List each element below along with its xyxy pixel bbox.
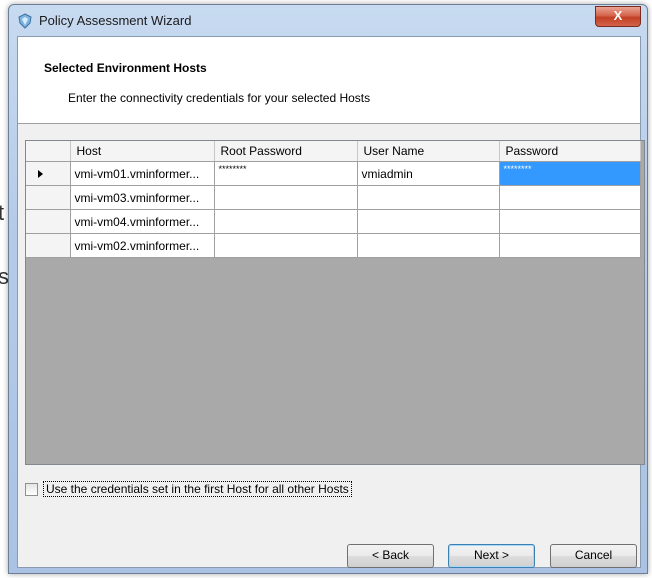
close-button[interactable]: X — [595, 6, 641, 27]
column-header-host[interactable]: Host — [70, 141, 215, 162]
column-header-user-name[interactable]: User Name — [357, 141, 500, 162]
close-icon: X — [613, 8, 623, 23]
host-cell[interactable]: vmi-vm04.vminformer... — [70, 209, 215, 234]
table-row[interactable]: vmi-vm03.vminformer... — [26, 185, 641, 210]
row-header[interactable] — [26, 161, 71, 186]
host-cell[interactable]: vmi-vm01.vminformer... — [70, 161, 215, 186]
table-row[interactable]: vmi-vm04.vminformer... — [26, 209, 641, 234]
next-button[interactable]: Next > — [448, 544, 535, 568]
row-header[interactable] — [26, 185, 71, 210]
app-shield-icon — [18, 13, 32, 29]
password-cell[interactable] — [499, 209, 641, 234]
page-subtitle: Enter the connectivity credentials for y… — [68, 91, 371, 105]
root-password-cell[interactable] — [214, 185, 358, 210]
wizard-header: Selected Environment Hosts Enter the con… — [18, 37, 640, 124]
table-row[interactable]: vmi-vm02.vminformer... — [26, 233, 641, 258]
host-cell[interactable]: vmi-vm02.vminformer... — [70, 233, 215, 258]
column-header-password[interactable]: Password — [499, 141, 641, 162]
user-name-cell[interactable] — [357, 185, 500, 210]
root-password-cell[interactable] — [214, 209, 358, 234]
wizard-client-area: Selected Environment Hosts Enter the con… — [17, 36, 645, 568]
grid-header-row: Host Root Password User Name Password — [26, 141, 641, 162]
use-first-host-label[interactable]: Use the credentials set in the first Hos… — [43, 481, 352, 497]
current-row-arrow-icon — [38, 169, 43, 178]
hosts-grid[interactable]: Host Root Password User Name Password vm… — [25, 140, 645, 465]
use-first-host-checkbox[interactable] — [25, 483, 38, 496]
column-header-root-password[interactable]: Root Password — [214, 141, 358, 162]
password-cell[interactable] — [499, 233, 641, 258]
user-name-cell[interactable]: vmiadmin — [357, 161, 500, 186]
user-name-cell[interactable] — [357, 209, 500, 234]
back-button[interactable]: < Back — [347, 544, 434, 568]
background-text-fragment: t — [0, 200, 5, 225]
row-header-corner — [26, 141, 71, 162]
password-cell[interactable]: ******** — [499, 161, 641, 186]
host-cell[interactable]: vmi-vm03.vminformer... — [70, 185, 215, 210]
password-cell[interactable] — [499, 185, 641, 210]
wizard-window: Policy Assessment Wizard X Selected Envi… — [8, 4, 648, 574]
root-password-cell[interactable]: ******** — [214, 161, 358, 186]
row-header[interactable] — [26, 233, 71, 258]
root-password-cell[interactable] — [214, 233, 358, 258]
table-row[interactable]: vmi-vm01.vminformer... ******** vmiadmin… — [26, 161, 641, 186]
title-bar[interactable]: Policy Assessment Wizard X — [9, 5, 647, 37]
row-header[interactable] — [26, 209, 71, 234]
user-name-cell[interactable] — [357, 233, 500, 258]
page-title: Selected Environment Hosts — [44, 61, 207, 75]
cancel-button[interactable]: Cancel — [550, 544, 637, 568]
window-title: Policy Assessment Wizard — [39, 13, 192, 28]
